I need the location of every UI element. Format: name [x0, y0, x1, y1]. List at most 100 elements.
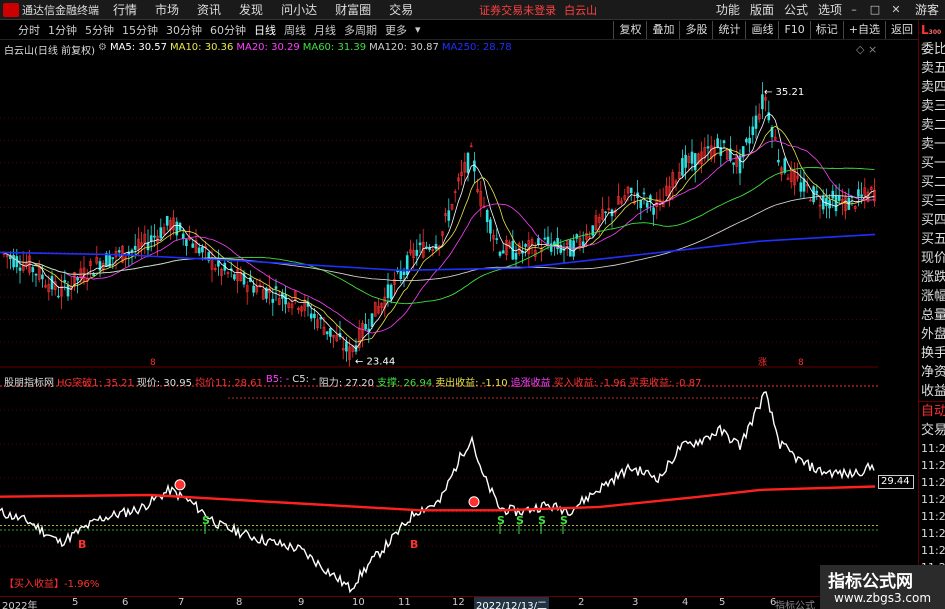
login-notice[interactable]: 证券交易未登录 — [479, 2, 556, 18]
minimize-icon[interactable]: – — [845, 2, 863, 18]
legend-trade-profit: 买卖收益: -0.87 — [629, 378, 702, 389]
event-flag: 涨 — [758, 357, 767, 368]
trade-time: 11:29 — [921, 544, 945, 557]
menu-discover[interactable]: 发现 — [239, 1, 263, 18]
candle-body — [837, 195, 841, 201]
period-daily[interactable]: 日线 — [254, 22, 276, 38]
tool-overlay[interactable]: 叠加 — [646, 20, 679, 39]
candle-body — [777, 159, 780, 163]
tool-adjust[interactable]: 复权 — [613, 20, 646, 39]
candle-body — [105, 253, 108, 267]
legend-c5: C5: - — [292, 374, 316, 385]
legend-sell-profit: 卖出收益: -1.10 — [435, 378, 508, 389]
panel-item: 卖一 — [921, 137, 945, 152]
period-1min[interactable]: 1分钟 — [48, 22, 77, 38]
period-monthly[interactable]: 月线 — [314, 22, 336, 38]
date-tick: 12 — [452, 597, 465, 608]
period-multi[interactable]: 多周期 — [344, 22, 377, 38]
main-kline-chart[interactable]: 34.0033.0032.0031.0030.0029.0028.0027.00… — [0, 40, 913, 368]
tool-stats[interactable]: 统计 — [712, 20, 745, 39]
panel-tab[interactable]: 自动 — [919, 402, 945, 421]
period-5min[interactable]: 5分钟 — [85, 22, 114, 38]
close-icon[interactable]: ✕ — [887, 2, 905, 18]
candle-body — [645, 202, 649, 208]
candle-body — [153, 235, 156, 238]
panel-item: 买三 — [921, 194, 945, 209]
period-60min[interactable]: 60分钟 — [210, 22, 246, 38]
candle-body — [117, 250, 121, 253]
menu-function[interactable]: 功能 — [716, 1, 740, 18]
menu-market[interactable]: 行情 — [113, 1, 137, 18]
tool-draw[interactable]: 画线 — [745, 20, 778, 39]
menu-markets[interactable]: 市场 — [155, 1, 179, 18]
candle-body — [41, 274, 44, 280]
sell-marker: S — [538, 514, 546, 527]
candle-body — [738, 155, 742, 174]
panel-item: 现价 — [921, 251, 945, 266]
trade-time: 11:29 — [921, 476, 945, 489]
signal-dot — [468, 496, 480, 508]
panel-item: 收益 — [921, 384, 945, 399]
tool-f10[interactable]: F10 — [778, 20, 809, 39]
menu-layout[interactable]: 版面 — [750, 1, 774, 18]
candle-body — [149, 235, 153, 242]
candle-body — [498, 251, 502, 256]
candle-body — [133, 245, 137, 250]
app-title: 通达信金融终端 — [22, 3, 99, 17]
legend-ma10: MA10: 30.36 — [169, 42, 234, 53]
candle-body — [345, 341, 348, 352]
low-label: ← 23.44 — [355, 357, 395, 368]
candle-body — [543, 237, 547, 240]
panel-tab[interactable]: 交易 — [919, 421, 945, 440]
trade-time: 11:29 — [921, 510, 945, 523]
menu-news[interactable]: 资讯 — [197, 1, 221, 18]
user-guest[interactable]: 游客 — [915, 1, 939, 18]
settings-icon[interactable]: ⚙ — [98, 42, 107, 57]
menu-options[interactable]: 选项 — [818, 1, 842, 18]
indicator-chart[interactable]: 34.0032.0030.0028.0026.00BBSSSSS 股朋指标网 H… — [0, 372, 913, 596]
menu-trade[interactable]: 交易 — [389, 1, 413, 18]
legend-ma5: MA5: 30.57 — [109, 42, 167, 53]
legend-ma60: MA60: 31.39 — [302, 42, 367, 53]
tool-multi-stock[interactable]: 多股 — [679, 20, 712, 39]
period-15min[interactable]: 15分钟 — [122, 22, 158, 38]
buy-marker: B — [410, 538, 418, 551]
candle-body — [233, 274, 236, 280]
period-intraday[interactable]: 分时 — [18, 22, 40, 38]
tool-back[interactable]: 返回 — [885, 20, 918, 39]
candle-body — [434, 244, 438, 250]
candle-body — [402, 271, 406, 275]
period-weekly[interactable]: 周线 — [284, 22, 306, 38]
tool-mark[interactable]: 标记 — [809, 20, 843, 39]
period-30min[interactable]: 30分钟 — [166, 22, 202, 38]
candle-body — [57, 295, 60, 298]
menu-wealth[interactable]: 财富圈 — [335, 1, 371, 18]
candle-body — [364, 323, 367, 330]
date-tick: 7 — [178, 597, 185, 608]
panel-item: 买二 — [921, 175, 945, 190]
top-menubar: 通达信金融终端 行情 市场 资讯 发现 问小达 财富圈 交易 证券交易未登录 白… — [0, 0, 945, 20]
maximize-icon[interactable]: □ — [866, 2, 884, 18]
panel-item: 买五 — [921, 232, 945, 247]
menu-formula[interactable]: 公式 — [784, 1, 808, 18]
date-tick: 5 — [72, 597, 79, 608]
candle-body — [415, 249, 419, 256]
chevron-down-icon[interactable]: ▾ — [415, 23, 421, 36]
candle-body — [690, 151, 694, 164]
diamond-icon[interactable]: ◇ × — [856, 43, 877, 56]
period-more[interactable]: 更多 — [385, 22, 407, 38]
menu-ask[interactable]: 问小达 — [281, 1, 317, 18]
tool-add-watchlist[interactable]: +自选 — [842, 20, 885, 39]
candle-body — [802, 178, 806, 192]
legend-ma20: MA20: 30.29 — [236, 42, 300, 53]
signal-dot — [174, 479, 186, 491]
panel-flag: L300 — [921, 23, 942, 37]
candle-body — [629, 187, 633, 193]
current-stock-name: 白云山 — [564, 3, 598, 17]
legend-b5: B5: - — [265, 374, 290, 385]
legend-chase: 追涨收益 — [510, 378, 551, 389]
candle-body — [181, 233, 185, 239]
indicator-chart-svg[interactable]: 34.0032.0030.0028.0026.00BBSSSSS — [0, 372, 913, 596]
candle-body — [50, 276, 54, 290]
main-chart-svg[interactable]: 34.0033.0032.0031.0030.0029.0028.0027.00… — [0, 40, 913, 368]
